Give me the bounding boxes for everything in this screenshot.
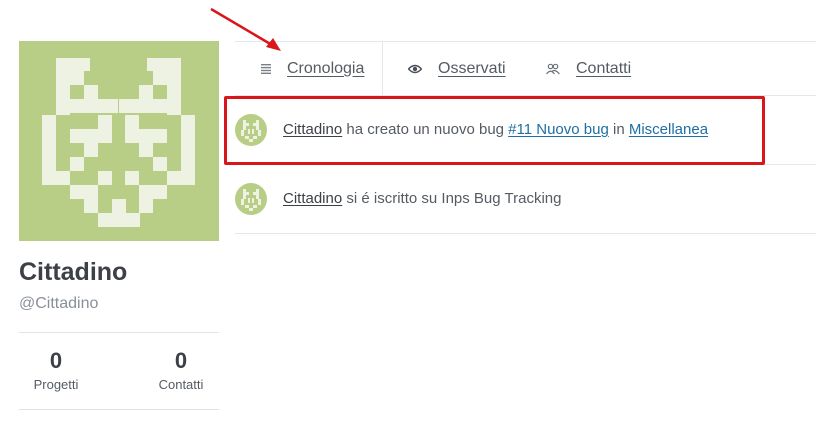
annotation-overlay bbox=[210, 7, 281, 51]
annotation-arrow bbox=[210, 7, 273, 47]
annotation-arrowhead bbox=[266, 38, 281, 51]
